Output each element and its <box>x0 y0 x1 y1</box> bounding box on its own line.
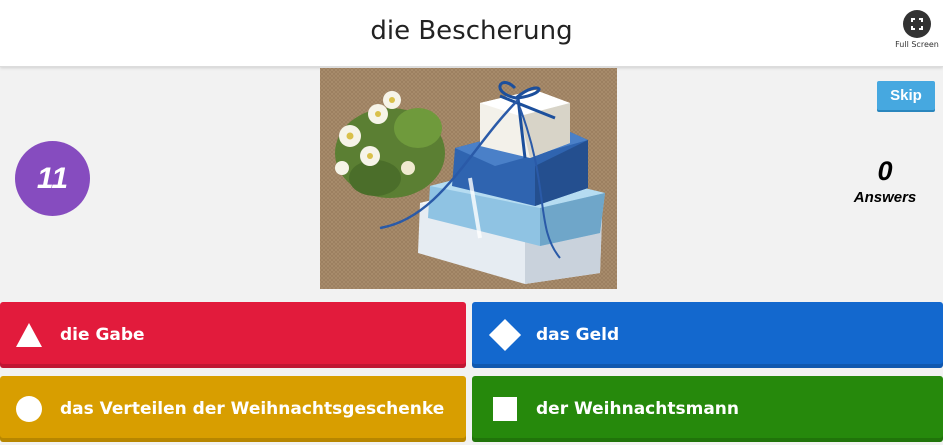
answer-label: der Weihnachtsmann <box>536 399 739 419</box>
question-title: die Bescherung <box>370 16 573 46</box>
diamond-icon <box>488 318 522 352</box>
answer-label: das Geld <box>536 325 620 345</box>
top-bar: die Bescherung Full Screen <box>0 0 943 67</box>
answer-option-circle[interactable]: das Verteilen der Weihnachtsgeschenke <box>0 376 466 442</box>
triangle-icon <box>12 318 46 352</box>
answer-option-square[interactable]: der Weihnachtsmann <box>472 376 943 442</box>
fullscreen-icon <box>903 10 931 38</box>
answers-count: 0 <box>877 156 893 186</box>
circle-icon <box>12 392 46 426</box>
answer-label: die Gabe <box>60 325 145 345</box>
question-image <box>320 68 617 289</box>
answer-label: das Verteilen der Weihnachtsgeschenke <box>60 399 445 419</box>
answer-option-triangle[interactable]: die Gabe <box>0 302 466 368</box>
fullscreen-button[interactable]: Full Screen <box>895 10 939 49</box>
answer-option-diamond[interactable]: das Geld <box>472 302 943 368</box>
skip-button[interactable]: Skip <box>877 81 935 110</box>
answers-label: Answers <box>853 189 917 206</box>
countdown-timer: 11 <box>15 141 90 216</box>
fullscreen-label: Full Screen <box>895 40 939 49</box>
square-icon <box>488 392 522 426</box>
